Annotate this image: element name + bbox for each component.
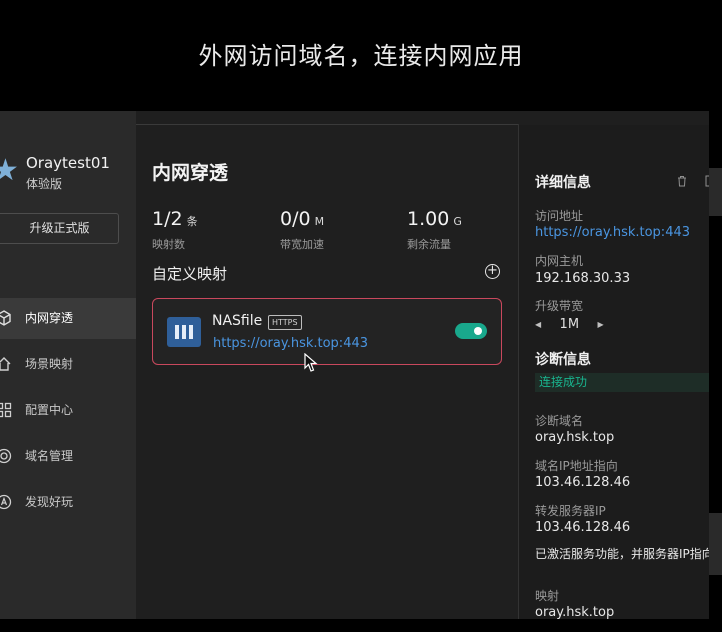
avatar-star-icon: ★ (0, 153, 19, 188)
sidebar-item-intranet[interactable]: 内网穿透 (0, 298, 136, 339)
stat-mappings: 1/2 条 映射数 (152, 208, 198, 251)
sidebar: ★ Oraytest01 体验版 升级正式版 内网穿透 场景映射 配置中心 域名… (0, 111, 136, 619)
main-panel: 内网穿透 1/2 条 映射数 0/0 M 带宽加速 1.00 G 剩余流量 自定义映射… (136, 125, 518, 619)
sidebar-item-label: 场景映射 (25, 357, 74, 371)
connection-status-badge: 连接成功 (535, 373, 709, 392)
stat-label: 剩余流量 (407, 238, 451, 251)
forward-server-label: 转发服务器IP (535, 504, 606, 518)
forward-server-value: 103.46.128.46 (535, 520, 631, 535)
grid-icon (0, 402, 12, 418)
details-title: 详细信息 (535, 175, 591, 191)
page-title: 内网穿透 (152, 162, 229, 184)
diag-domain-value: oray.hsk.top (535, 430, 615, 445)
headline: 外网访问域名，连接内网应用 (198, 42, 524, 70)
mapping-card[interactable]: NASfile HTTPS https://oray.hsk.top:443 (152, 298, 502, 365)
diagnosis-title: 诊断信息 (535, 352, 591, 368)
mapping-value: oray.hsk.top (535, 605, 615, 619)
stat-value: 0/0 (280, 208, 311, 230)
intranet-host-value: 192.168.30.33 (535, 271, 631, 286)
upgrade-bandwidth-label: 升级带宽 (535, 299, 584, 313)
stat-traffic: 1.00 G 剩余流量 (407, 208, 462, 251)
forward-note: 已激活服务功能，并服务器IP指向 (535, 547, 709, 561)
bandwidth-stepper: ◀ 1M ▶ (535, 317, 604, 332)
stat-label: 带宽加速 (280, 238, 324, 251)
sidebar-item-label: 内网穿透 (25, 311, 74, 325)
stat-value: 1/2 (152, 208, 183, 230)
stat-unit: 条 (186, 215, 198, 228)
top-divider (136, 111, 518, 125)
protocol-badge: HTTPS (268, 315, 302, 330)
cube-icon (0, 310, 12, 326)
target-icon (0, 448, 12, 464)
compass-icon (0, 494, 12, 510)
scroll-edge-bottom (709, 513, 722, 575)
decrease-arrow-icon[interactable]: ◀ (535, 320, 541, 329)
sidebar-item-discover[interactable]: 发现好玩 (0, 482, 136, 523)
upgrade-button[interactable]: 升级正式版 (0, 213, 119, 244)
stat-value: 1.00 (407, 208, 450, 230)
domain-ip-value: 103.46.128.46 (535, 475, 631, 490)
mapping-url-link[interactable]: https://oray.hsk.top:443 (213, 336, 368, 351)
increase-arrow-icon[interactable]: ▶ (597, 320, 603, 329)
plan-label: 体验版 (26, 177, 63, 191)
add-mapping-button[interactable]: + (485, 264, 500, 279)
mapping-name: NASfile (212, 313, 263, 329)
username: Oraytest01 (26, 154, 110, 172)
domain-ip-label: 域名IP地址指向 (535, 459, 618, 473)
stat-bandwidth: 0/0 M 带宽加速 (280, 208, 325, 251)
details-panel: 详细信息 访问地址 https://oray.hsk.top:443 内网主机 … (519, 125, 709, 619)
intranet-host-label: 内网主机 (535, 254, 584, 268)
access-address-link[interactable]: https://oray.hsk.top:443 (535, 225, 690, 240)
mouse-cursor-icon (304, 353, 318, 372)
sidebar-item-domain[interactable]: 域名管理 (0, 436, 136, 477)
stat-unit: G (453, 215, 462, 228)
bandwidth-value: 1M (559, 317, 580, 332)
sidebar-item-config[interactable]: 配置中心 (0, 390, 136, 431)
stat-unit: M (314, 215, 325, 228)
stat-label: 映射数 (152, 238, 185, 251)
mapping-label: 映射 (535, 589, 560, 603)
sidebar-item-label: 域名管理 (25, 449, 74, 463)
sidebar-item-label: 发现好玩 (25, 495, 74, 509)
sidebar-item-scene[interactable]: 场景映射 (0, 344, 136, 385)
nas-icon (167, 317, 201, 347)
home-icon (0, 356, 12, 372)
scroll-edge-top (709, 168, 722, 216)
app-window: ★ Oraytest01 体验版 升级正式版 内网穿透 场景映射 配置中心 域名… (0, 111, 709, 619)
access-address-label: 访问地址 (535, 209, 584, 223)
section-title: 自定义映射 (152, 265, 228, 283)
trash-icon[interactable] (677, 175, 687, 187)
diag-domain-label: 诊断域名 (535, 414, 584, 428)
sidebar-item-label: 配置中心 (25, 403, 74, 417)
mapping-toggle[interactable] (455, 323, 487, 339)
